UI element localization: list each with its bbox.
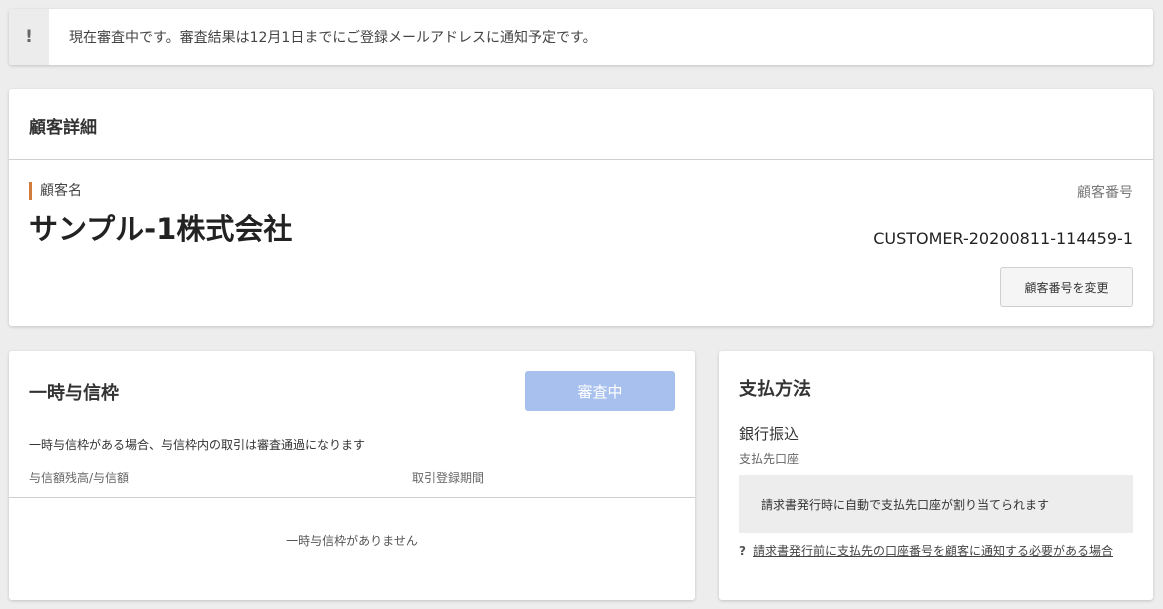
column-header-registration-period: 取引登録期間 — [412, 471, 485, 485]
payment-account-label: 支払先口座 — [739, 452, 800, 466]
customer-number: CUSTOMER-20200811-114459-1 — [873, 229, 1133, 248]
help-link-text[interactable]: 請求書発行前に支払先の口座番号を顧客に通知する必要がある場合 — [753, 542, 1113, 561]
temporary-credit-card: 一時与信枠 審査中 一時与信枠がある場合、与信枠内の取引は審査通過になります 与… — [9, 351, 695, 600]
payment-method-title: 支払方法 — [739, 379, 811, 400]
customer-name: サンプル-1株式会社 — [29, 212, 293, 246]
payment-method-card: 支払方法 銀行振込 支払先口座 請求書発行時に自動で支払先口座が割り当てられます… — [719, 351, 1153, 600]
divider — [9, 159, 1153, 160]
payment-account-info: 請求書発行時に自動で支払先口座が割り当てられます — [739, 475, 1133, 533]
exclamation-icon: ! — [9, 9, 49, 65]
review-status-button[interactable]: 審査中 — [525, 371, 675, 411]
help-link[interactable]: ? 請求書発行前に支払先の口座番号を顧客に通知する必要がある場合 — [739, 542, 1133, 561]
customer-details-title: 顧客詳細 — [29, 118, 97, 138]
column-header-credit-balance: 与信額残高/与信額 — [29, 471, 130, 485]
change-customer-number-button[interactable]: 顧客番号を変更 — [1000, 267, 1133, 307]
notice-message: 現在審査中です。審査結果は12月1日までにご登録メールアドレスに通知予定です。 — [69, 30, 597, 46]
customer-name-label: 顧客名 — [29, 182, 82, 200]
customer-details-card: 顧客詳細 顧客名 サンプル-1株式会社 顧客番号 CUSTOMER-202008… — [9, 89, 1153, 326]
divider — [9, 497, 695, 498]
payment-method-value: 銀行振込 — [739, 425, 800, 443]
temporary-credit-title: 一時与信枠 — [29, 383, 119, 404]
credit-description: 一時与信枠がある場合、与信枠内の取引は審査通過になります — [29, 438, 366, 452]
review-notice: ! 現在審査中です。審査結果は12月1日までにご登録メールアドレスに通知予定です… — [9, 9, 1153, 65]
empty-credit-message: 一時与信枠がありません — [286, 534, 418, 548]
question-icon: ? — [739, 544, 746, 558]
customer-number-label: 顧客番号 — [1077, 185, 1133, 201]
